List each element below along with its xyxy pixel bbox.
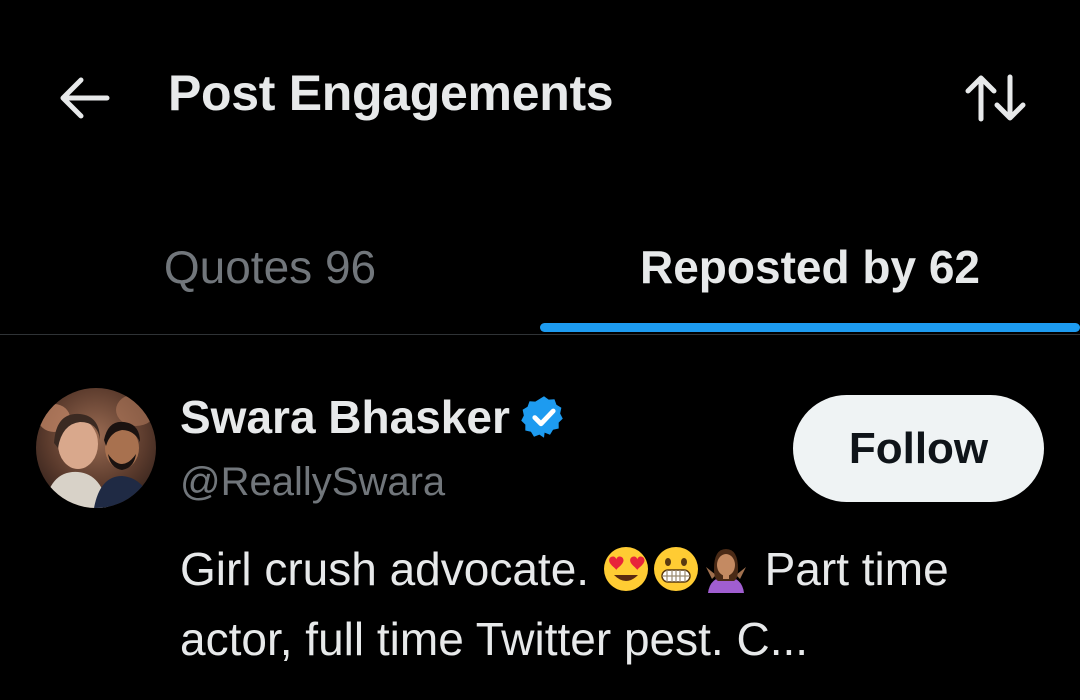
- avatar[interactable]: [36, 388, 156, 508]
- user-cell[interactable]: Swara Bhasker @ReallySwara Follow Girl c…: [0, 336, 1080, 700]
- page-title: Post Engagements: [168, 65, 614, 121]
- arrow-left-icon: [60, 77, 110, 119]
- display-name[interactable]: Swara Bhasker: [180, 390, 510, 444]
- active-tab-indicator: [540, 323, 1080, 332]
- sort-arrows-icon: [965, 74, 1026, 122]
- display-name-row: Swara Bhasker: [180, 390, 568, 444]
- follow-button[interactable]: Follow: [793, 395, 1044, 502]
- tab-quotes-label: Quotes 96: [163, 241, 377, 293]
- user-handle: @ReallySwara: [180, 460, 446, 504]
- grimacing-face-emoji-icon: [653, 547, 698, 591]
- back-button[interactable]: [52, 72, 116, 124]
- verified-badge-icon: [521, 396, 563, 438]
- engagement-tabs: Quotes 96 Reposted by 62: [0, 200, 1080, 336]
- sort-button[interactable]: [960, 70, 1032, 126]
- user-bio: Girl crush advocate. Part time actor, fu…: [180, 534, 1040, 674]
- tab-quotes[interactable]: Quotes 96: [0, 200, 540, 336]
- tab-reposted-by-label: Reposted by 62: [640, 241, 980, 293]
- person-shrugging-emoji-icon: [705, 549, 746, 593]
- tabs-divider: [0, 334, 1080, 335]
- tab-reposted-by[interactable]: Reposted by 62: [540, 200, 1080, 336]
- bio-text-start: Girl crush advocate.: [180, 543, 590, 595]
- top-app-bar: Post Engagements: [0, 0, 1080, 200]
- heart-eyes-emoji-icon: [603, 547, 648, 591]
